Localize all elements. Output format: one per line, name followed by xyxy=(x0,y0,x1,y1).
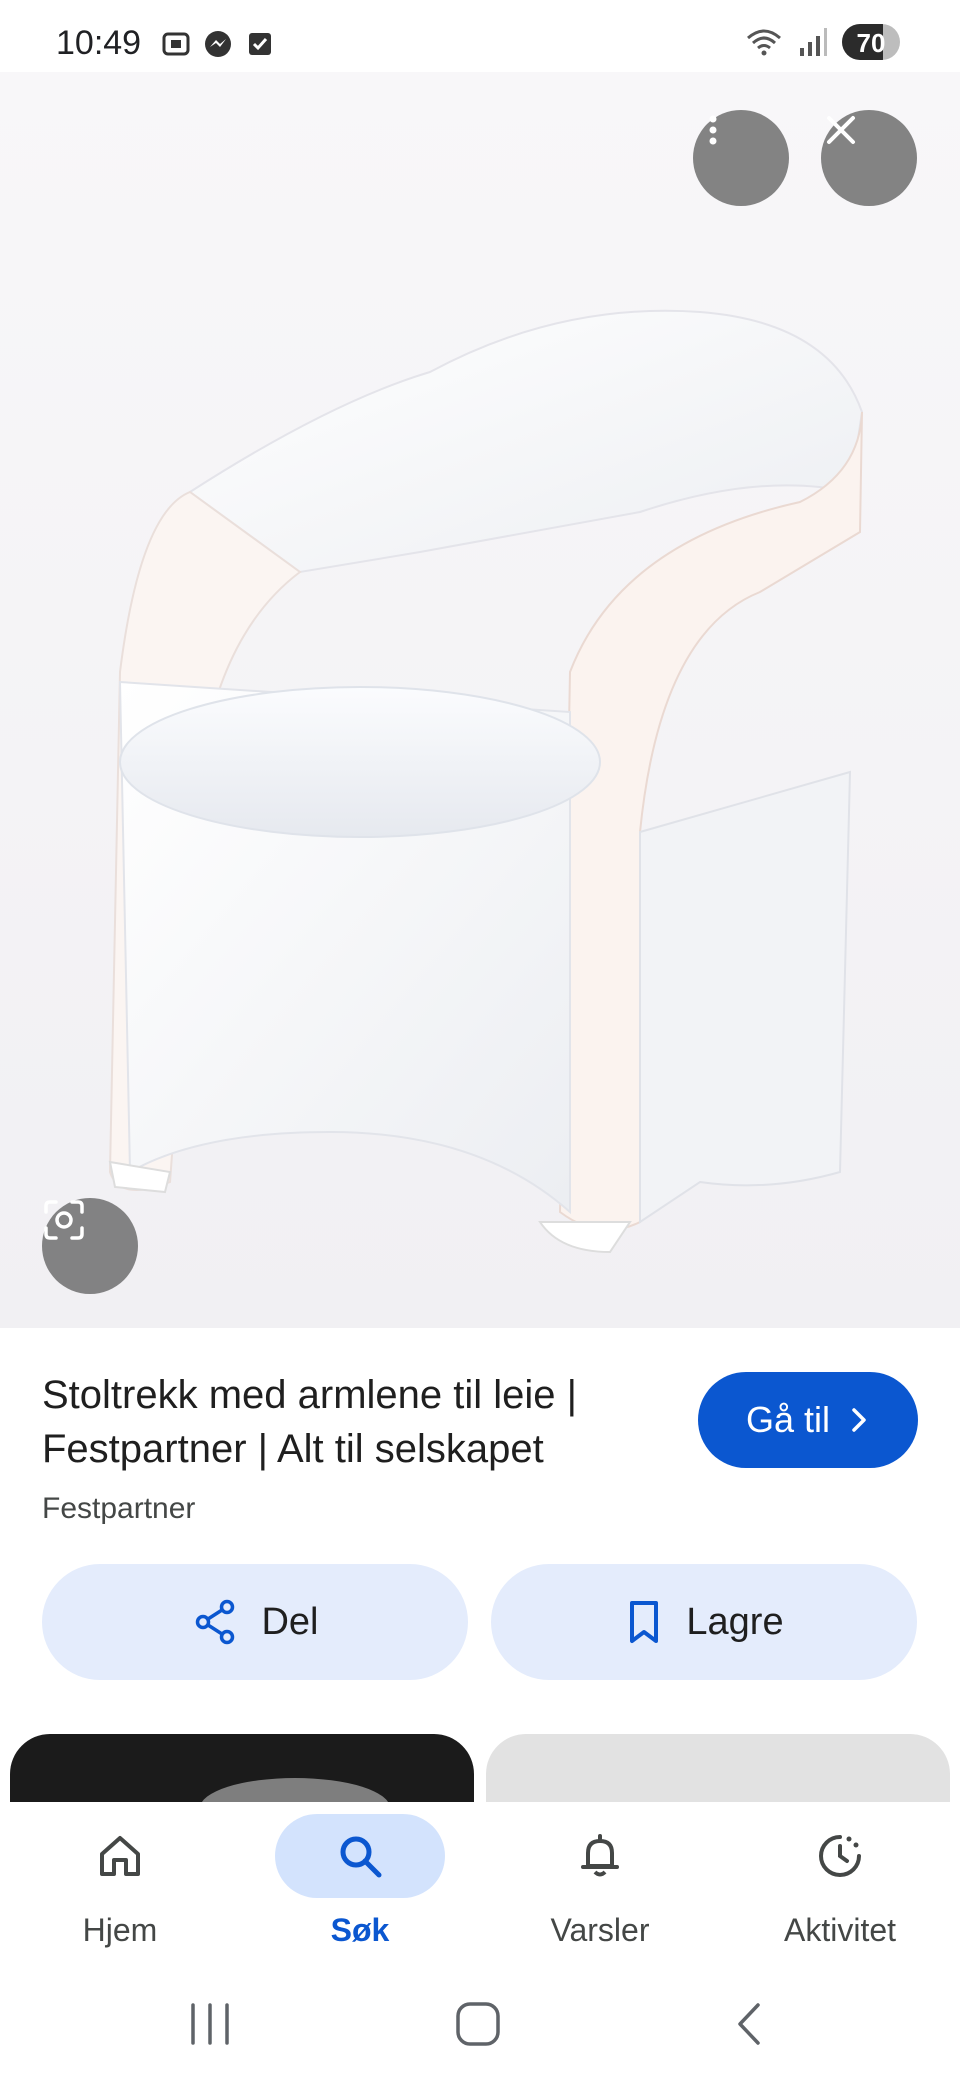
screenshot-icon xyxy=(162,32,190,56)
result-image[interactable] xyxy=(0,72,960,1328)
recent-apps-button[interactable] xyxy=(170,1994,250,2054)
status-bar: 10:49 70 xyxy=(0,0,960,72)
chevron-right-icon xyxy=(852,1408,866,1432)
share-label: Del xyxy=(261,1600,319,1643)
goto-label: Gå til xyxy=(745,1399,831,1440)
battery-level: 70 xyxy=(856,28,886,58)
nav-item-alerts[interactable]: Varsler xyxy=(500,1814,700,1949)
status-icons-left xyxy=(160,28,276,60)
nav-label-alerts: Varsler xyxy=(550,1912,650,1948)
checkbox-icon xyxy=(249,33,271,55)
back-icon xyxy=(738,2003,760,2045)
share-button[interactable]: Del xyxy=(42,1564,468,1680)
nav-item-search[interactable]: Søk xyxy=(260,1814,460,1949)
wifi-icon xyxy=(747,29,781,56)
nav-label-search: Søk xyxy=(330,1912,390,1948)
more-options-button[interactable] xyxy=(693,110,789,206)
status-icons-right: 70 xyxy=(744,24,900,60)
lens-icon xyxy=(44,1200,84,1240)
home-icon xyxy=(100,1836,140,1876)
chair-image xyxy=(0,72,960,1328)
search-icon xyxy=(340,1836,382,1878)
nav-item-activity[interactable]: Aktivitet xyxy=(740,1814,940,1949)
save-button[interactable]: Lagre xyxy=(491,1564,917,1680)
recents-icon xyxy=(191,2003,229,2045)
close-button[interactable] xyxy=(821,110,917,206)
save-label: Lagre xyxy=(686,1600,784,1643)
share-icon xyxy=(196,1599,235,1645)
back-button[interactable] xyxy=(710,1994,790,2054)
bell-icon xyxy=(581,1834,619,1877)
source-name[interactable]: Festpartner xyxy=(42,1492,195,1526)
activity-icon xyxy=(819,1835,861,1877)
related-image-thumbnail[interactable] xyxy=(10,1734,474,1804)
result-title[interactable]: Stoltrekk med armlene til leie | Festpar… xyxy=(42,1368,682,1476)
nav-label-activity: Aktivitet xyxy=(783,1912,897,1948)
signal-icon xyxy=(800,28,827,56)
system-home-button[interactable] xyxy=(438,1994,518,2054)
status-time: 10:49 xyxy=(56,24,142,62)
more-vert-icon xyxy=(709,115,717,145)
system-navigation-bar xyxy=(0,1972,960,2080)
bottom-navigation: Hjem Søk Varsler Aktivitet xyxy=(0,1802,960,1972)
close-icon xyxy=(827,116,855,144)
lens-button[interactable] xyxy=(42,1198,138,1294)
related-image-thumbnail[interactable] xyxy=(486,1734,950,1804)
goto-button[interactable]: Gå til xyxy=(698,1372,918,1468)
bookmark-icon xyxy=(630,1601,659,1643)
home-square-icon xyxy=(456,2002,500,2046)
nav-label-home: Hjem xyxy=(82,1912,158,1948)
battery-icon: 70 xyxy=(842,24,900,60)
nav-item-home[interactable]: Hjem xyxy=(20,1814,220,1949)
messenger-icon xyxy=(205,31,231,57)
